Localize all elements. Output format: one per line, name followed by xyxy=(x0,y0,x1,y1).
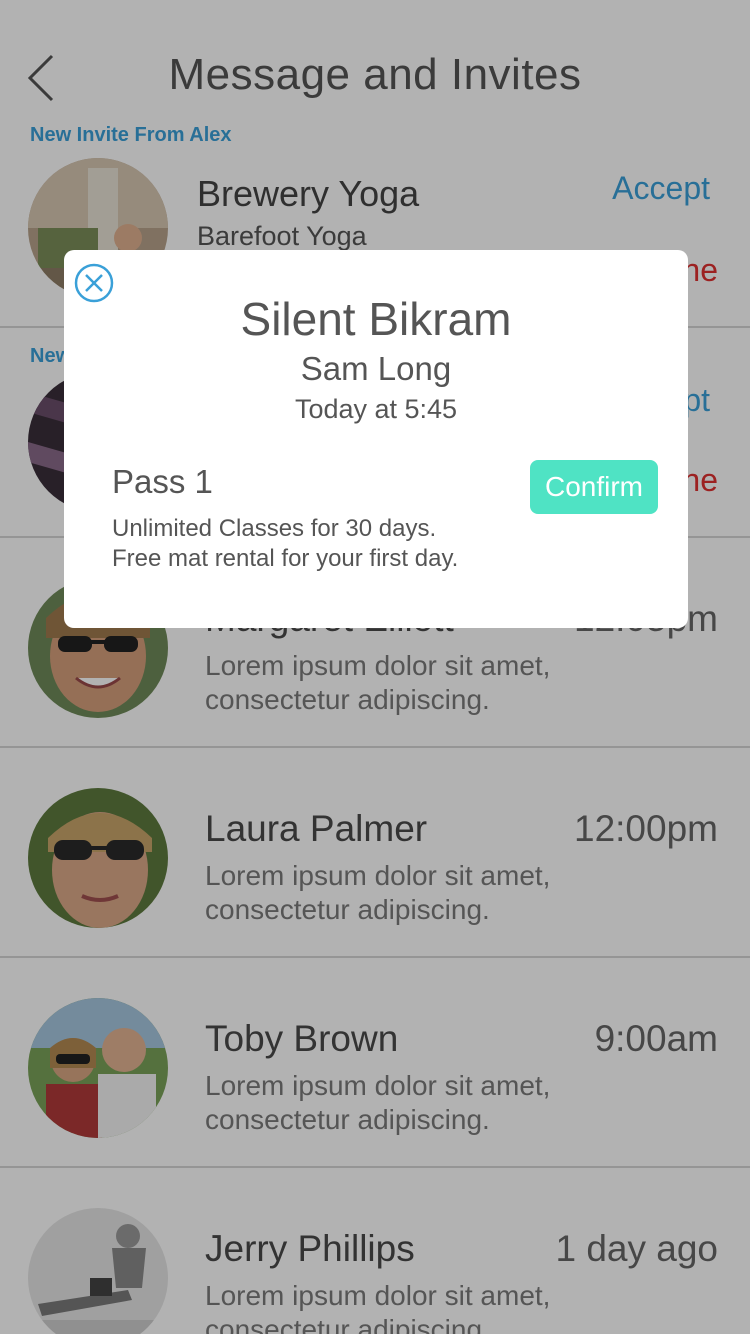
modal-instructor: Sam Long xyxy=(300,350,452,387)
screen: Message and Invites New Invite From Alex… xyxy=(0,0,750,1334)
modal-title: Silent Bikram xyxy=(240,293,512,345)
pass-description-line: Free mat rental for your first day. xyxy=(112,545,459,572)
modal-time: Today at 5:45 xyxy=(294,394,458,424)
pass-name: Pass 1 xyxy=(112,463,213,500)
modal-overlay[interactable] xyxy=(0,0,750,1334)
confirm-button[interactable]: Confirm xyxy=(530,460,658,514)
class-confirm-modal: Silent Bikram Sam Long Today at 5:45 Pas… xyxy=(64,250,688,628)
pass-description-line: Unlimited Classes for 30 days. xyxy=(112,515,437,542)
